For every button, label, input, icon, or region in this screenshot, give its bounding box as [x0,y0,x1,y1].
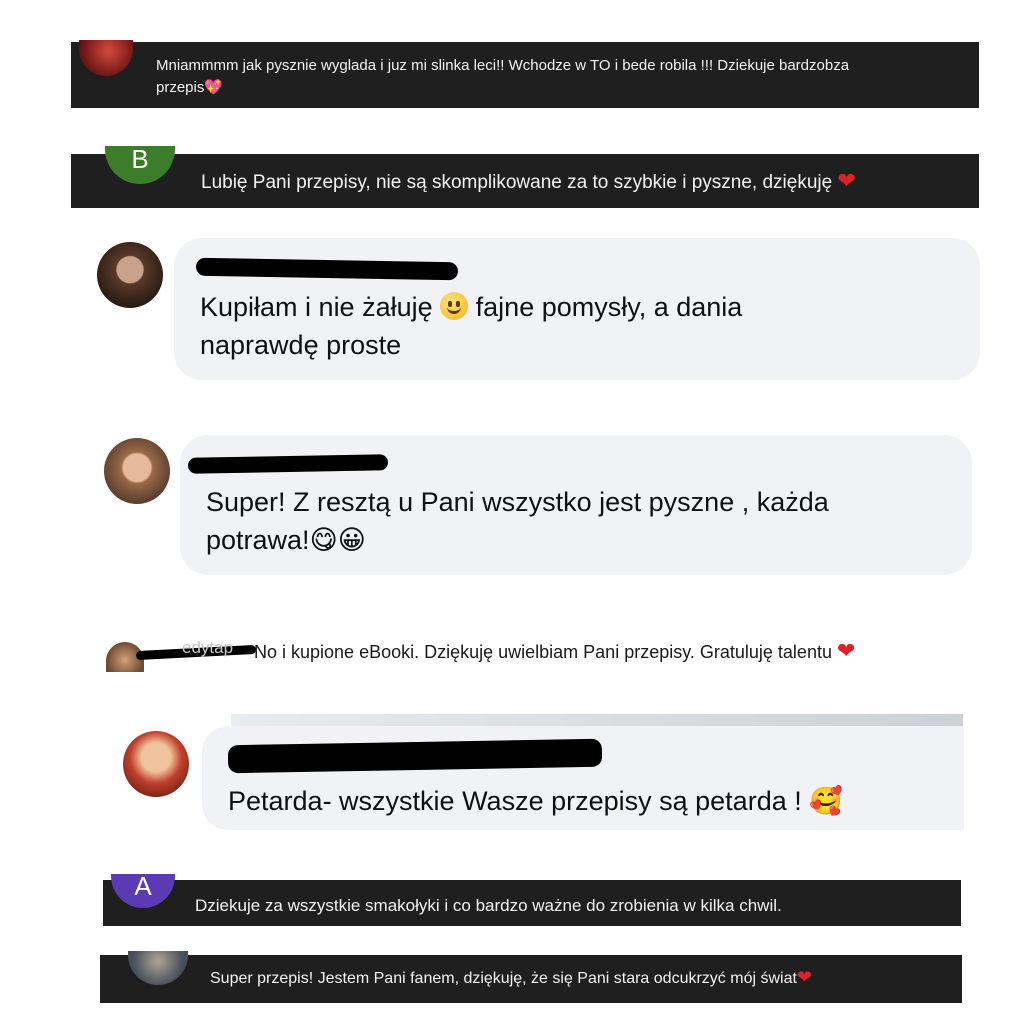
name-fragment: edytap [182,638,234,657]
top-shadow-bar [231,714,963,726]
comment-bubble-4: Super! Z resztą u Pani wszystko jest pys… [180,435,972,575]
comment-text: Kupiłam i nie żałuję fajne pomysły, a da… [200,292,743,361]
comment-8: Super przepis! Jestem Pani fanem, dzięku… [100,951,962,1003]
heart-icon: ❤ [836,638,856,663]
avatar-letter: B [131,146,149,174]
comment-text: Lubię Pani przepisy, nie są skomplikowan… [201,168,856,193]
comment-text: Super! Z resztą u Pani wszystko jest pys… [206,487,829,556]
sparkling-heart-icon: 💖 [204,79,224,96]
redacted-name [187,454,389,474]
avatar[interactable] [97,242,163,308]
heart-icon: ❤ [796,967,813,987]
comment-text: No i kupione eBooki. Dziękuję uwielbiam … [254,638,856,663]
redacted-name [227,738,603,774]
comment-text: Dziekuje za wszystkie smakołyki i co bar… [195,896,782,915]
comment-bubble-3: Kupiłam i nie żałuję fajne pomysły, a da… [174,238,980,380]
yum-face-icon: 😋😀 [309,525,366,556]
avatar[interactable] [123,731,189,797]
comment-text: Petarda- wszystkie Wasze przepisy są pet… [228,786,843,816]
avatar[interactable] [79,40,133,76]
comment-5: edytap No i kupione eBooki. Dziękuję uwi… [100,630,980,676]
comment-text: Mniammmm jak pysznie wyglada i juz mi sl… [156,57,850,96]
heart-icon: ❤ [837,168,856,193]
avatar-letter: A [134,874,152,901]
comment-text: Super przepis! Jestem Pani fanem, dzięku… [210,967,813,987]
avatar[interactable] [128,951,188,985]
avatar[interactable]: B [105,146,175,184]
smiling-face-icon [440,292,469,320]
comment-2: B Lubię Pani przepisy, nie są skomplikow… [71,146,979,208]
avatar[interactable] [104,438,170,504]
comment-7: A Dziekuje za wszystkie smakołyki i co b… [103,874,961,926]
comment-1: Mniammmm jak pysznie wyglada i juz mi sl… [71,40,979,108]
comment-bubble-6: Petarda- wszystkie Wasze przepisy są pet… [202,726,964,830]
redacted-name [195,257,459,281]
avatar[interactable]: A [111,874,175,908]
smiling-face-with-hearts-icon: 🥰 [809,786,843,816]
